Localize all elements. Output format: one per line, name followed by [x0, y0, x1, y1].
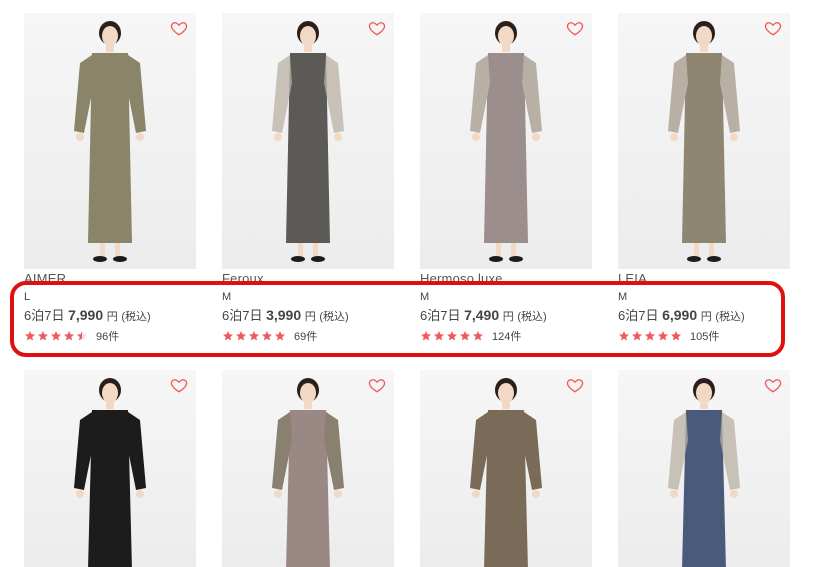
model-illustration: [272, 21, 344, 262]
rating-row: 96件: [24, 329, 196, 343]
currency-label: 円: [700, 311, 712, 323]
model-illustration: [74, 21, 146, 262]
product-info: LEIA M 6泊7日 6,990 円 (税込) 105件: [618, 269, 790, 343]
currency-label: 円: [304, 311, 316, 323]
rating-stars: [24, 330, 88, 342]
star-icon: [223, 331, 233, 341]
product-card[interactable]: Feroux M 6泊7日 3,990 円 (税込) 69件: [222, 13, 394, 343]
star-icon: [77, 331, 87, 341]
product-card[interactable]: Hermoso luxe M 6泊7日 7,490 円 (税込) 124件: [420, 13, 592, 343]
star-icon: [645, 331, 655, 341]
product-photo[interactable]: [420, 370, 592, 567]
review-count[interactable]: 69件: [294, 328, 317, 344]
tax-label: (税込): [715, 311, 745, 323]
price-amount: 6,990: [662, 307, 698, 323]
heart-outline-icon[interactable]: [368, 376, 386, 394]
product-photo[interactable]: [618, 370, 790, 567]
star-icon: [460, 331, 470, 341]
price-amount: 7,490: [464, 307, 500, 323]
star-icon: [421, 331, 431, 341]
star-icon: [671, 331, 681, 341]
star-icon: [38, 331, 48, 341]
rating-stars: [618, 330, 682, 342]
price-amount: 7,990: [68, 307, 104, 323]
review-count[interactable]: 124件: [492, 328, 521, 344]
product-info: Hermoso luxe M 6泊7日 7,490 円 (税込) 124件: [420, 269, 592, 343]
star-icon: [262, 331, 272, 341]
star-icon: [473, 331, 483, 341]
heart-outline-icon[interactable]: [764, 19, 782, 37]
price-line: 6泊7日 3,990 円 (税込): [222, 306, 394, 326]
product-photo[interactable]: [24, 370, 196, 567]
product-photo[interactable]: [618, 13, 790, 269]
star-icon: [434, 331, 444, 341]
star-icon: [25, 331, 35, 341]
product-card[interactable]: LEIA M 6泊7日 6,990 円 (税込) 105件: [618, 13, 790, 343]
heart-outline-icon[interactable]: [764, 376, 782, 394]
rating-row: 69件: [222, 329, 394, 343]
price-amount: 3,990: [266, 307, 302, 323]
product-info: AIMER L 6泊7日 7,990 円 (税込) 96件: [24, 269, 196, 343]
review-count[interactable]: 105件: [690, 328, 719, 344]
rating-stars: [420, 330, 484, 342]
price-line: 6泊7日 7,490 円 (税込): [420, 306, 592, 326]
brand-name[interactable]: Feroux: [222, 271, 394, 286]
product-card[interactable]: AIMER L 6泊7日 7,990 円 (税込) 96件: [24, 13, 196, 343]
product-info: Feroux M 6泊7日 3,990 円 (税込) 69件: [222, 269, 394, 343]
heart-outline-icon[interactable]: [566, 19, 584, 37]
star-icon: [249, 331, 259, 341]
product-card[interactable]: [618, 370, 790, 567]
star-icon: [619, 331, 629, 341]
rating-stars: [222, 330, 286, 342]
rental-period: 6泊7日: [222, 308, 263, 323]
rental-period: 6泊7日: [420, 308, 461, 323]
currency-label: 円: [502, 311, 514, 323]
tax-label: (税込): [121, 311, 151, 323]
tax-label: (税込): [319, 311, 349, 323]
star-icon: [658, 331, 668, 341]
model-illustration: [668, 21, 740, 262]
model-illustration: [74, 378, 146, 567]
brand-name[interactable]: AIMER: [24, 271, 196, 286]
product-photo[interactable]: [24, 13, 196, 269]
product-photo[interactable]: [222, 13, 394, 269]
rental-period: 6泊7日: [618, 308, 659, 323]
product-grid-page: AIMER L 6泊7日 7,990 円 (税込) 96件 Feroux M 6…: [0, 0, 815, 567]
size-label: M: [222, 291, 232, 303]
model-illustration: [668, 378, 740, 567]
price-line: 6泊7日 6,990 円 (税込): [618, 306, 790, 326]
product-photo[interactable]: [420, 13, 592, 269]
heart-outline-icon[interactable]: [170, 19, 188, 37]
rating-row: 124件: [420, 329, 592, 343]
heart-outline-icon[interactable]: [170, 376, 188, 394]
brand-name[interactable]: Hermoso luxe: [420, 271, 592, 286]
heart-outline-icon[interactable]: [368, 19, 386, 37]
product-card[interactable]: [420, 370, 592, 567]
star-icon: [275, 331, 285, 341]
heart-outline-icon[interactable]: [566, 376, 584, 394]
model-illustration: [470, 21, 542, 262]
review-count[interactable]: 96件: [96, 328, 119, 344]
star-icon: [51, 331, 61, 341]
star-icon: [64, 331, 74, 341]
tax-label: (税込): [517, 311, 547, 323]
star-icon: [447, 331, 457, 341]
currency-label: 円: [106, 311, 118, 323]
product-card[interactable]: [222, 370, 394, 567]
product-photo[interactable]: [222, 370, 394, 567]
model-illustration: [470, 378, 542, 567]
product-card[interactable]: [24, 370, 196, 567]
star-icon: [632, 331, 642, 341]
brand-name[interactable]: LEIA: [618, 271, 790, 286]
size-label: M: [420, 291, 430, 303]
model-illustration: [272, 378, 344, 567]
star-icon: [236, 331, 246, 341]
rating-row: 105件: [618, 329, 790, 343]
price-line: 6泊7日 7,990 円 (税込): [24, 306, 196, 326]
size-label: L: [24, 291, 31, 303]
rental-period: 6泊7日: [24, 308, 65, 323]
size-label: M: [618, 291, 628, 303]
